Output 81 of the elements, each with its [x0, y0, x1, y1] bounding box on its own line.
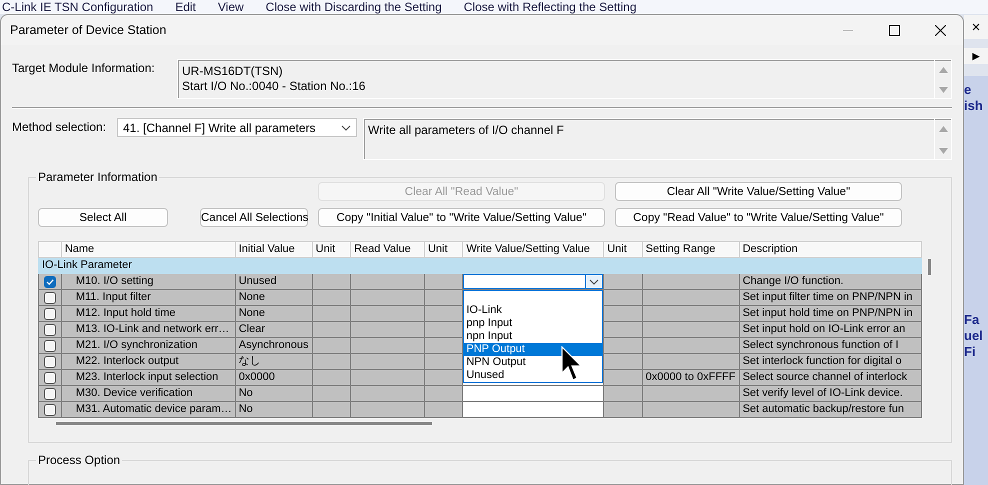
group-title: Process Option	[37, 453, 122, 467]
close-icon[interactable]	[934, 24, 946, 36]
table-cell: M12. Input hold time	[61, 306, 236, 322]
checkbox[interactable]	[44, 276, 56, 288]
action-button[interactable]: Select All	[38, 208, 168, 227]
dropdown-option[interactable]: PNP Output	[464, 343, 602, 356]
panel-text: Fi	[964, 344, 977, 360]
chevron-down-icon[interactable]	[589, 278, 600, 284]
checkbox[interactable]	[44, 404, 56, 416]
menu-item[interactable]: Close with Discarding the Setting	[266, 0, 442, 14]
column-header[interactable]: Unit	[424, 242, 463, 258]
table-cell: Set verify level of IO-Link device.	[739, 386, 922, 402]
table-cell: Clear	[235, 322, 312, 338]
column-header[interactable]: Name	[61, 242, 236, 258]
checkbox[interactable]	[44, 324, 56, 336]
method-selection-label: Method selection:	[12, 119, 108, 136]
column-header[interactable]: Unit	[312, 242, 351, 258]
checkbox[interactable]	[44, 388, 56, 400]
table-cell: 0x0000	[235, 370, 312, 386]
table-cell: Change I/O function.	[739, 274, 922, 290]
group-row: IO-Link Parameter	[38, 258, 922, 274]
column-header[interactable]: Read Value	[350, 242, 424, 258]
method-description: Write all parameters of I/O channel F	[368, 123, 564, 137]
table-cell: M22. Interlock output	[61, 354, 236, 370]
column-header[interactable]: Write Value/Setting Value	[462, 242, 604, 258]
dropdown-option[interactable]: npn Input	[464, 330, 602, 343]
table-cell: M11. Input filter	[61, 290, 236, 306]
scroll-right-button[interactable]: ▶	[964, 48, 988, 64]
table-cell: Select source channel of interlock	[739, 370, 922, 386]
menu-item[interactable]: Edit	[175, 0, 196, 14]
window-title: Parameter of Device Station	[10, 23, 168, 37]
panel-text: Fa	[964, 312, 980, 328]
target-module-label: Target Module Information:	[12, 60, 156, 77]
table-cell: M30. Device verification	[61, 386, 236, 402]
action-button[interactable]: Cancel All Selections	[200, 208, 308, 227]
checkbox[interactable]	[44, 356, 56, 368]
table-cell: Set automatic backup/restore fun	[739, 402, 922, 418]
column-header[interactable]: Initial Value	[235, 242, 312, 258]
maximize-icon[interactable]	[888, 24, 900, 36]
table-cell: Select synchronous function of I	[739, 338, 922, 354]
module-info-text: UR-MS16DT(TSN)	[182, 64, 284, 79]
table-cell: Asynchronous	[235, 338, 312, 354]
table-cell: Set interlock function for digital o	[739, 354, 922, 370]
dropdown-option[interactable]: pnp Input	[464, 317, 602, 330]
panel-text: uel	[964, 328, 984, 344]
action-button[interactable]: Clear All "Write Value/Setting Value"	[615, 182, 902, 201]
chevron-down-icon[interactable]	[341, 124, 351, 130]
table-cell: M31. Automatic device param…	[61, 402, 236, 418]
menu-item[interactable]: C-Link IE TSN Configuration	[2, 0, 154, 14]
panel-text: e	[964, 82, 972, 98]
column-header[interactable]: Unit	[604, 242, 642, 258]
close-button[interactable]: ×	[964, 15, 988, 39]
checkbox[interactable]	[44, 372, 56, 384]
table-cell: Set input filter time on PNP/NPN in	[739, 290, 922, 306]
method-dropdown[interactable]: 41. [Channel F] Write all parameters	[117, 118, 357, 137]
table-cell: No	[235, 386, 312, 402]
table-cell: None	[235, 306, 312, 322]
column-header[interactable]: Setting Range	[642, 242, 740, 258]
table-cell: Set input hold time on PNP/NPN in	[739, 306, 922, 322]
menu-item[interactable]: View	[218, 0, 244, 14]
checkbox[interactable]	[44, 340, 56, 352]
action-button[interactable]: Copy "Initial Value" to "Write Value/Setting Value"	[318, 208, 605, 227]
checkbox[interactable]	[44, 308, 56, 320]
table-cell: なし	[235, 354, 312, 370]
panel-text: ish	[964, 98, 984, 114]
table-cell: M13. IO-Link and network err…	[61, 322, 236, 338]
table-cell: M23. Interlock input selection	[61, 370, 236, 386]
action-button[interactable]: Copy "Read Value" to "Write Value/Setting Value"	[615, 208, 902, 227]
table-cell: None	[235, 290, 312, 306]
column-header[interactable]: Description	[739, 242, 922, 258]
write-value-dropdown[interactable]	[463, 274, 604, 289]
table-cell: M10. I/O setting	[61, 274, 236, 290]
menu-item[interactable]: Close with Reflecting the Setting	[464, 0, 637, 14]
checkbox[interactable]	[44, 292, 56, 304]
table-cell: M21. I/O synchronization	[61, 338, 236, 354]
table-cell: 0x0000 to 0xFFFF	[642, 370, 740, 386]
module-info-text: Start I/O No.:0040 - Station No.:16	[182, 79, 366, 94]
table-cell: Unused	[235, 274, 312, 290]
table-cell: Set input hold on IO-Link error an	[739, 322, 922, 338]
group-title: Parameter Information	[37, 170, 158, 184]
table-cell: No	[235, 402, 312, 418]
